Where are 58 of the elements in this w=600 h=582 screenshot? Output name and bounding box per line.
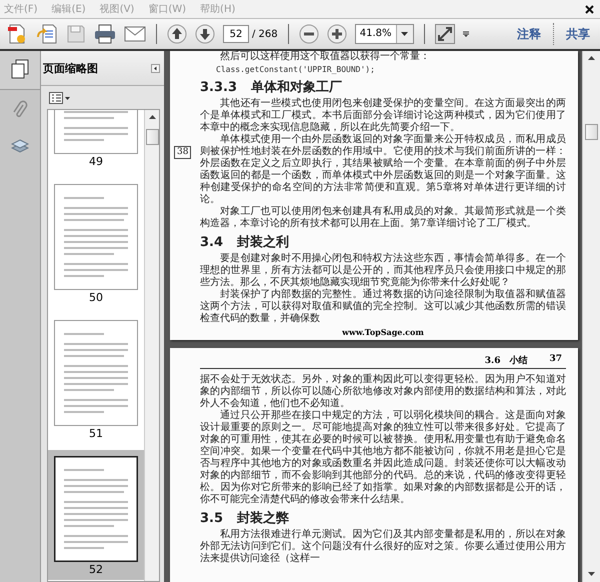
scroll-down-icon[interactable] (588, 572, 595, 576)
print-icon[interactable] (94, 24, 116, 44)
menu-item[interactable]: 视图(V) (100, 2, 134, 16)
page-thumbnail[interactable] (54, 456, 138, 562)
toolbar-button[interactable]: 注释 (513, 24, 545, 44)
page-thumbnail[interactable] (54, 320, 138, 426)
paragraph: 通过只公开那些在接口中规定的方法，可以弱化模块间的耦合。这是面向对象设计最重要的原则之一。尽可能地提高对象的独立性可以带来很多好处。它提高了对象的可重用性，使其在必要的时候可以被替换。使用私用变量也有助于避免命名空间冲突。如果一个变量在代码中其他地方都不能被访问，你就不用老是担心它是否与程序中其他地方的对象或函数重名并因此造成问题。封装还使你可以大幅改动对象的内部细节，而不会影响到其他部分的代码。总的来说，代码的修改变得更轻松。因为你对它所带来的影响已经了如指掌。如果对象的内部数据都是公开的话，你不可能完全清楚代码的修改会带来什么结果。 (200, 410, 566, 506)
page-footer: www.TopSage.com (200, 327, 566, 337)
page-number-field[interactable]: 52 (223, 25, 249, 43)
paragraph: 封装保护了内部数据的完整性。通过将数据的访问途径限制为取值器和赋值器这两个方法，可以获得对取值和赋值的完全控制。这可以减少其他函数所需的错误检查代码的数量，并确保数 (200, 289, 566, 325)
section-heading: 封装之弊 (237, 510, 290, 527)
scrollbar-thumb[interactable] (585, 124, 598, 140)
paragraph: 其他还有一些模式也使用闭包来创建受保护的变量空间。在这方面最突出的两个是单体模式和工厂模式。本书后面部分会详细讨论这两种模式，因为它们使用了本章中的概念来实现信息隐藏，所以在此先简要介绍一下。 (200, 98, 566, 134)
paragraph: 要是创建对象时不用操心闭包和特权方法这些东西，事情会简单得多。在一个理想的世界里，所有方法都可以是公开的，而其他程序员只会使用接口中规定的那些方法。那么，不厌其烦地隐藏实现细节究竟能为你带来什么好处呢？ (200, 253, 566, 288)
close-icon[interactable] (585, 4, 594, 14)
scroll-up-icon[interactable] (588, 56, 595, 60)
previous-page-icon[interactable] (167, 24, 187, 44)
section-heading: 单体和对象工厂 (251, 79, 342, 96)
pages-icon[interactable] (11, 59, 29, 79)
paragraph: 对象工厂也可以使用闭包来创建具有私用成员的对象。其最简形式就是一个类构造器，本章讨论的所有技术都可以用在上面。第7章详细讨论了工厂模式。 (200, 206, 566, 230)
margin-page-number: 38 (174, 146, 192, 159)
menu-item[interactable]: 帮助(H) (200, 2, 236, 16)
section-number: 3.3.3 (200, 80, 238, 95)
page-number-label: 50 (89, 290, 103, 306)
create-document-icon[interactable] (6, 23, 28, 45)
paperclip-icon[interactable] (12, 100, 28, 120)
page-number-label: 51 (89, 426, 103, 442)
paragraph: 私用方法很难进行单元测试。因为它们及其内部变量都是私用的，所以在对象外部无法访问到它们。这个问题没有什么很好的应对之策。你要么通过使用公用方法来提供访问途径（这样一 (200, 529, 566, 565)
options-menu-icon[interactable] (49, 92, 71, 104)
page-number-label: 49 (89, 154, 103, 170)
scroll-up-icon[interactable] (148, 115, 156, 119)
code-line: Class.getConstant('UPPIR_BOUND'); (216, 64, 376, 75)
zoom-in-icon[interactable] (326, 24, 347, 44)
scrollbar-thumb[interactable] (146, 129, 158, 145)
next-page-icon[interactable] (195, 24, 215, 44)
page-number: 37 (549, 354, 562, 366)
zoom-dropdown[interactable]: 41.8% (354, 24, 414, 44)
page-total: / 268 (252, 28, 278, 40)
page-number-label: 52 (89, 562, 103, 578)
collapse-panel-icon[interactable] (151, 64, 160, 72)
more-tools-icon[interactable] (462, 31, 469, 37)
section-number: 3.5 (200, 511, 224, 526)
fullscreen-icon[interactable] (434, 24, 455, 44)
zoom-out-icon[interactable] (298, 24, 319, 44)
page-thumbnail[interactable] (54, 184, 138, 290)
email-icon[interactable] (124, 26, 146, 42)
menu-item[interactable]: 窗口(W) (148, 2, 186, 16)
toolbar-button[interactable]: 共享 (562, 24, 594, 44)
menu-item[interactable]: 编辑(E) (52, 2, 86, 16)
running-header: 3.6 小结 (484, 354, 528, 367)
section-number: 3.4 (200, 235, 224, 250)
caret-icon (401, 32, 408, 36)
layers-icon[interactable] (11, 138, 29, 154)
menu-item[interactable]: 文件(F) (4, 2, 38, 16)
paragraph: 据不会处于无效状态。另外，对象的重构因此可以变得更轻松。因为用户不知道对象的内部细节，所以你可以随心所欲地修改对象内部使用的数据结构和算法，对此外人不会知道，他们也不必知道。 (200, 374, 566, 410)
section-heading: 封装之利 (237, 234, 290, 251)
panel-title: 页面缩略图 (43, 60, 98, 76)
import-document-icon[interactable] (36, 23, 58, 45)
